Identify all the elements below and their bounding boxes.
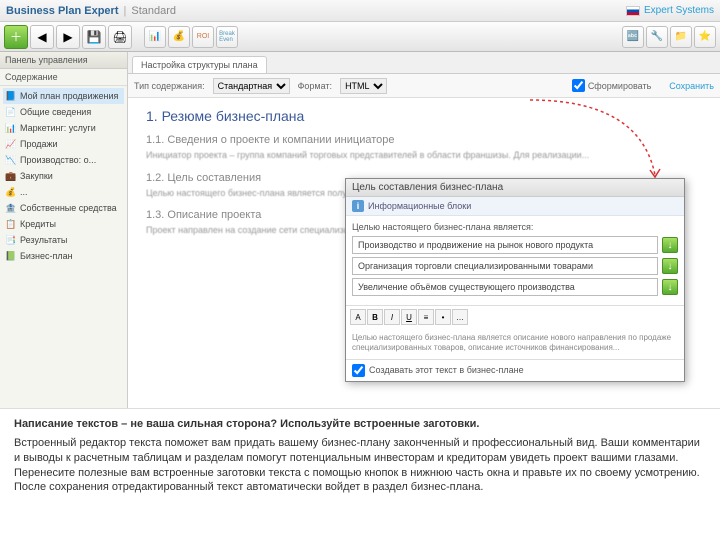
info-icon: i xyxy=(352,200,364,212)
tree-icon: 📈 xyxy=(5,138,17,150)
opt-label-type: Тип содержания: xyxy=(134,81,205,91)
tree-icon: 📊 xyxy=(5,122,17,134)
edit-bold-button[interactable]: B xyxy=(367,309,383,325)
tree-label: Кредиты xyxy=(20,219,56,229)
doc-h1: 1. Резюме бизнес-плана xyxy=(146,108,702,124)
print-button[interactable]: 🖨 xyxy=(108,25,132,49)
brand-area: Expert Systems xyxy=(626,5,714,16)
page-caption: Написание текстов – не ваша сильная стор… xyxy=(0,408,720,540)
main-toolbar: ＋ ◀ ▶ 💾 🖨 📊 💰 ROI BreakEven 🔤 🔧 📁 ⭐ xyxy=(0,22,720,52)
tree-icon: 📉 xyxy=(5,154,17,166)
tree-icon: 💰 xyxy=(5,186,17,198)
sidebar-item[interactable]: 📋Кредиты xyxy=(3,216,124,232)
edit-list-button[interactable]: • xyxy=(435,309,451,325)
app-mode: Standard xyxy=(131,5,176,17)
sidebar-item[interactable]: 💰... xyxy=(3,184,124,200)
opt-select-type[interactable]: Стандартная xyxy=(213,78,290,94)
sidebar-item[interactable]: 📘Мой план продвижения xyxy=(3,88,124,104)
popup-title: Цель составления бизнес-плана xyxy=(346,179,684,197)
sidebar-item[interactable]: 🏦Собственные средства xyxy=(3,200,124,216)
tool-a-icon[interactable]: 🔤 xyxy=(622,26,644,48)
tree-label: Производство: о... xyxy=(20,155,96,165)
option-text: Увеличение объёмов существующего произво… xyxy=(352,278,658,296)
save-button[interactable]: 💾 xyxy=(82,25,106,49)
sidebar-subheader: Содержание xyxy=(0,69,127,86)
caption-heading: Написание текстов – не ваша сильная стор… xyxy=(14,417,706,432)
tree-label: Результаты xyxy=(20,235,67,245)
doc-p-1: Инициатор проекта – группа компаний торг… xyxy=(146,150,702,162)
sidebar-item[interactable]: 📊Маркетинг: услуги xyxy=(3,120,124,136)
tab-structure[interactable]: Настройка структуры плана xyxy=(132,56,267,73)
back-button[interactable]: ◀ xyxy=(30,25,54,49)
edit-more-button[interactable]: … xyxy=(452,309,468,325)
tree-label: Общие сведения xyxy=(20,107,91,117)
insert-down-button[interactable]: ↓ xyxy=(662,237,678,253)
tree-icon: 🏦 xyxy=(5,202,17,214)
tool-roi-icon[interactable]: ROI xyxy=(192,26,214,48)
opt-select-format[interactable]: HTML xyxy=(340,78,387,94)
nav-tree: 📘Мой план продвижения📄Общие сведения📊Мар… xyxy=(0,86,127,266)
tree-label: ... xyxy=(20,187,28,197)
opt-save-link[interactable]: Сохранить xyxy=(669,81,714,91)
tree-icon: 📑 xyxy=(5,234,17,246)
caption-body: Встроенный редактор текста поможет вам п… xyxy=(14,436,706,495)
brand-label: Expert Systems xyxy=(644,5,714,16)
sidebar-item[interactable]: 📈Продажи xyxy=(3,136,124,152)
sidebar-item[interactable]: 📉Производство: о... xyxy=(3,152,124,168)
flag-icon[interactable] xyxy=(626,6,640,16)
tool-break-icon[interactable]: BreakEven xyxy=(216,26,238,48)
sidebar-item[interactable]: 📑Результаты xyxy=(3,232,124,248)
tree-icon: 📗 xyxy=(5,250,17,262)
opt-label-format: Формат: xyxy=(298,81,332,91)
tree-label: Мой план продвижения xyxy=(20,91,118,101)
tool-c-icon[interactable]: 📁 xyxy=(670,26,692,48)
popup-footer: Создавать этот текст в бизнес-плане xyxy=(346,359,684,381)
title-bar: Business Plan Expert | Standard Expert S… xyxy=(0,0,720,22)
tree-label: Собственные средства xyxy=(20,203,117,213)
sidebar-item[interactable]: 📗Бизнес-план xyxy=(3,248,124,264)
edit-underline-button[interactable]: U xyxy=(401,309,417,325)
tree-label: Продажи xyxy=(20,139,58,149)
forward-button[interactable]: ▶ xyxy=(56,25,80,49)
tab-bar: Настройка структуры плана xyxy=(128,52,720,74)
tree-icon: 📄 xyxy=(5,106,17,118)
popup-toolbar: A B I U ≡ • … xyxy=(346,305,684,328)
edit-font-button[interactable]: A xyxy=(350,309,366,325)
opt-generate-check[interactable]: Сформировать xyxy=(572,79,651,92)
sidebar-header: Панель управления xyxy=(0,52,127,69)
insert-down-button[interactable]: ↓ xyxy=(662,258,678,274)
tree-label: Маркетинг: услуги xyxy=(20,123,96,133)
tree-icon: 📋 xyxy=(5,218,17,230)
option-text: Организация торговли специализированными… xyxy=(352,257,658,275)
tool-money-icon[interactable]: 💰 xyxy=(168,26,190,48)
insert-down-button[interactable]: ↓ xyxy=(662,279,678,295)
option-text: Производство и продвижение на рынок ново… xyxy=(352,236,658,254)
popup-include-check[interactable] xyxy=(352,364,365,377)
sidebar-item[interactable]: 💼Закупки xyxy=(3,168,124,184)
edit-align-button[interactable]: ≡ xyxy=(418,309,434,325)
options-bar: Тип содержания: Стандартная Формат: HTML… xyxy=(128,74,720,98)
tool-chart-icon[interactable]: 📊 xyxy=(144,26,166,48)
tree-icon: 📘 xyxy=(5,90,17,102)
tool-d-icon[interactable]: ⭐ xyxy=(694,26,716,48)
tree-icon: 💼 xyxy=(5,170,17,182)
edit-italic-button[interactable]: I xyxy=(384,309,400,325)
app-name: Business Plan Expert xyxy=(6,5,119,17)
tree-label: Закупки xyxy=(20,171,53,181)
sidebar-item[interactable]: 📄Общие сведения xyxy=(3,104,124,120)
add-button[interactable]: ＋ xyxy=(4,25,28,49)
sidebar: Панель управления Содержание 📘Мой план п… xyxy=(0,52,128,408)
doc-h2-1: 1.1. Сведения о проекте и компании иници… xyxy=(146,134,702,146)
popup-subtitle-bar: i Информационные блоки xyxy=(346,197,684,216)
goal-popup: Цель составления бизнес-плана i Информац… xyxy=(345,178,685,382)
tool-b-icon[interactable]: 🔧 xyxy=(646,26,668,48)
popup-editor[interactable]: Целью настоящего бизнес-плана является о… xyxy=(346,328,684,359)
tree-label: Бизнес-план xyxy=(20,251,73,261)
popup-label: Целью настоящего бизнес-плана является: xyxy=(352,222,678,232)
